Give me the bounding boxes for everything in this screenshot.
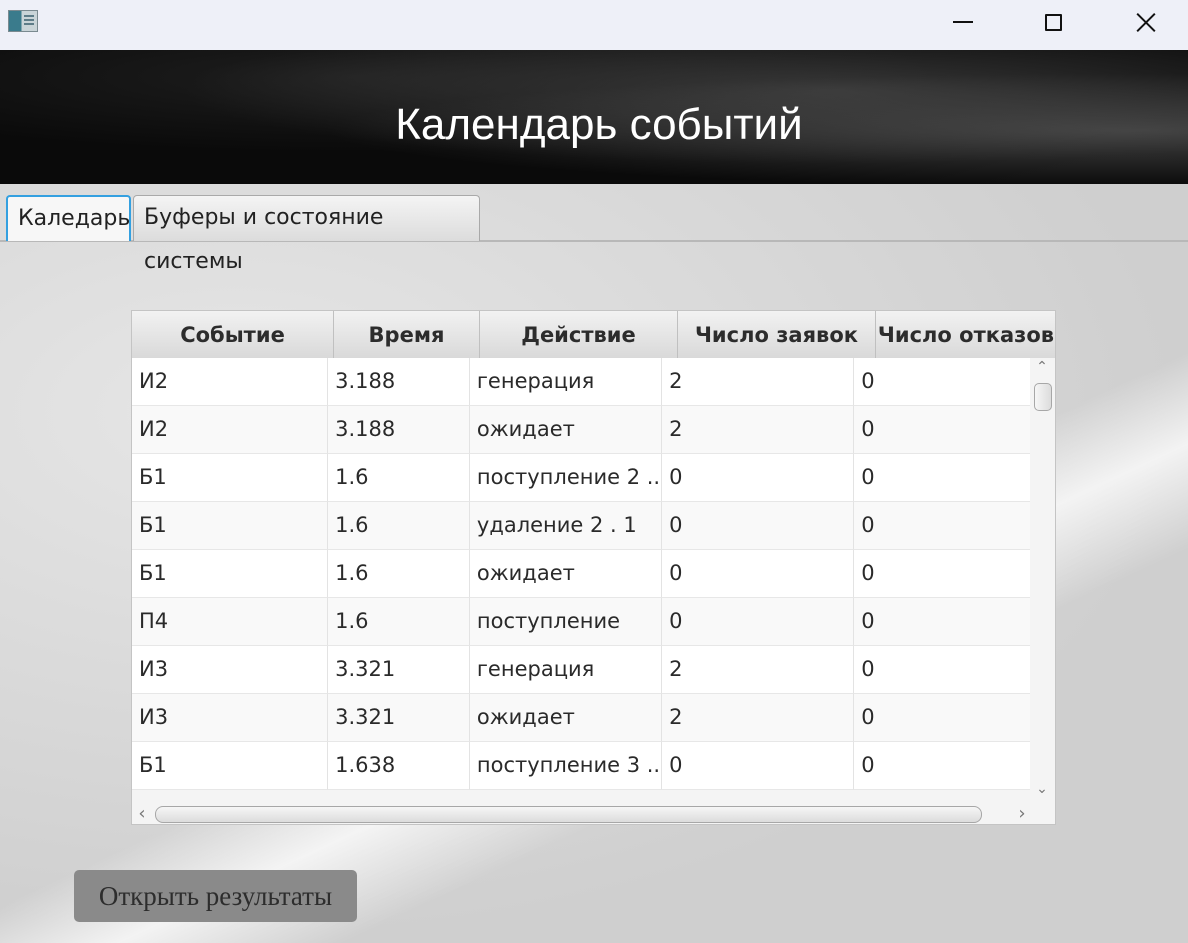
cell-action: ожидает — [469, 406, 663, 454]
tab-buffers-system-state[interactable]: Буферы и состояние системы — [133, 195, 480, 274]
cell-time: 1.6 — [328, 454, 470, 502]
cell-action: генерация — [469, 358, 663, 406]
cell-event: И3 — [132, 694, 329, 742]
column-header-event[interactable]: Событие — [132, 311, 334, 358]
tab-bar: Каледарь Буферы и состояние системы — [0, 184, 1188, 274]
cell-action: поступление 2 ... — [469, 454, 663, 502]
cell-action: поступление — [469, 598, 663, 646]
cell-rejections: 0 — [854, 358, 1030, 406]
cell-time: 1.638 — [328, 742, 470, 790]
column-header-rejections-count[interactable]: Число отказов — [876, 311, 1055, 358]
cell-event: П4 — [132, 598, 329, 646]
scroll-left-icon[interactable]: ‹ — [135, 805, 149, 823]
cell-rejections: 0 — [854, 694, 1030, 742]
maximize-button[interactable] — [1007, 0, 1099, 44]
cell-requests: 0 — [662, 454, 855, 502]
table-row[interactable]: И2 3.188 ожидает 2 0 — [132, 406, 1030, 454]
cell-event: И3 — [132, 646, 329, 694]
cell-event: И2 — [132, 406, 329, 454]
cell-time: 3.188 — [328, 406, 470, 454]
cell-time: 1.6 — [328, 550, 470, 598]
scroll-up-icon[interactable]: ⌃ — [1036, 360, 1048, 374]
column-header-action[interactable]: Действие — [480, 311, 678, 358]
cell-requests: 2 — [662, 646, 855, 694]
scroll-right-icon[interactable]: › — [1015, 805, 1029, 823]
cell-rejections: 0 — [854, 742, 1030, 790]
minimize-icon — [953, 21, 973, 23]
table-row[interactable]: Б1 1.638 поступление 3 ... 0 0 — [132, 742, 1030, 790]
horizontal-scrollbar[interactable]: ‹ › — [132, 803, 1055, 824]
table-row[interactable]: Б1 1.6 удаление 2 . 100 — [132, 502, 1030, 550]
cell-requests: 0 — [662, 742, 855, 790]
column-header-requests-count[interactable]: Число заявок — [678, 311, 876, 358]
cell-rejections: 0 — [854, 406, 1030, 454]
events-table: Событие Время Действие Число заявок Числ… — [131, 310, 1056, 825]
scroll-down-icon[interactable]: ⌄ — [1036, 782, 1048, 796]
page-title: Календарь событий — [395, 100, 803, 149]
cell-time: 3.188 — [328, 358, 470, 406]
cell-requests: 0 — [662, 502, 855, 550]
table-row[interactable]: Б1 1.6 поступление 2 ... 0 0 — [132, 454, 1030, 502]
cell-rejections: 0 — [854, 454, 1030, 502]
cell-action: поступление 3 ... — [469, 742, 663, 790]
tab-calendar[interactable]: Каледарь — [6, 195, 131, 241]
table-row[interactable]: И2 3.188 генерация 2 0 — [132, 358, 1030, 406]
horizontal-scroll-thumb[interactable] — [155, 806, 982, 823]
cell-action: ожидает — [469, 550, 663, 598]
cell-rejections: 0 — [854, 598, 1030, 646]
cell-requests: 0 — [662, 598, 855, 646]
cell-time: 1.6 — [328, 502, 470, 550]
cell-event: Б1 — [132, 742, 329, 790]
cell-event: И2 — [132, 358, 329, 406]
minimize-button[interactable] — [917, 0, 1009, 44]
table-body: И2 3.188 генерация 2 0 И2 3.188 ожидает 2 0 Б1 1.6 п… — [132, 358, 1030, 803]
cell-rejections: 0 — [854, 550, 1030, 598]
table-row[interactable]: И3 3.321 ожидает 2 0 — [132, 694, 1030, 742]
cell-requests: 0 — [662, 550, 855, 598]
cell-time: 3.321 — [328, 646, 470, 694]
maximize-icon — [1044, 13, 1062, 31]
cell-action: генерация — [469, 646, 663, 694]
cell-rejections: 0 — [854, 502, 1030, 550]
cell-rejections: 0 — [854, 646, 1030, 694]
cell-time: 3.321 — [328, 694, 470, 742]
window-title-bar — [0, 0, 1188, 50]
header-banner: Календарь событий — [0, 50, 1188, 184]
cell-action: ожидает — [469, 694, 663, 742]
table-row[interactable]: Б1 1.6 ожидает 0 0 — [132, 550, 1030, 598]
table-row[interactable]: П4 1.6 поступление 0 0 — [132, 598, 1030, 646]
cell-time: 1.6 — [328, 598, 470, 646]
cell-requests: 2 — [662, 694, 855, 742]
cell-event: Б1 — [132, 502, 329, 550]
open-results-button[interactable]: Открыть результаты — [74, 870, 357, 922]
close-icon — [1135, 11, 1157, 33]
vertical-scroll-thumb[interactable] — [1034, 383, 1052, 411]
column-header-time[interactable]: Время — [334, 311, 480, 358]
cell-action: удаление 2 . 1 — [469, 502, 663, 550]
vertical-scrollbar[interactable]: ⌃ ⌄ — [1030, 358, 1055, 803]
table-row[interactable]: И3 3.321 генерация 2 0 — [132, 646, 1030, 694]
cell-requests: 2 — [662, 406, 855, 454]
cell-event: Б1 — [132, 550, 329, 598]
cell-event: Б1 — [132, 454, 329, 502]
table-header: Событие Время Действие Число заявок Числ… — [132, 311, 1055, 359]
cell-requests: 2 — [662, 358, 855, 406]
app-window-icon — [8, 10, 38, 32]
close-button[interactable] — [1100, 0, 1188, 44]
